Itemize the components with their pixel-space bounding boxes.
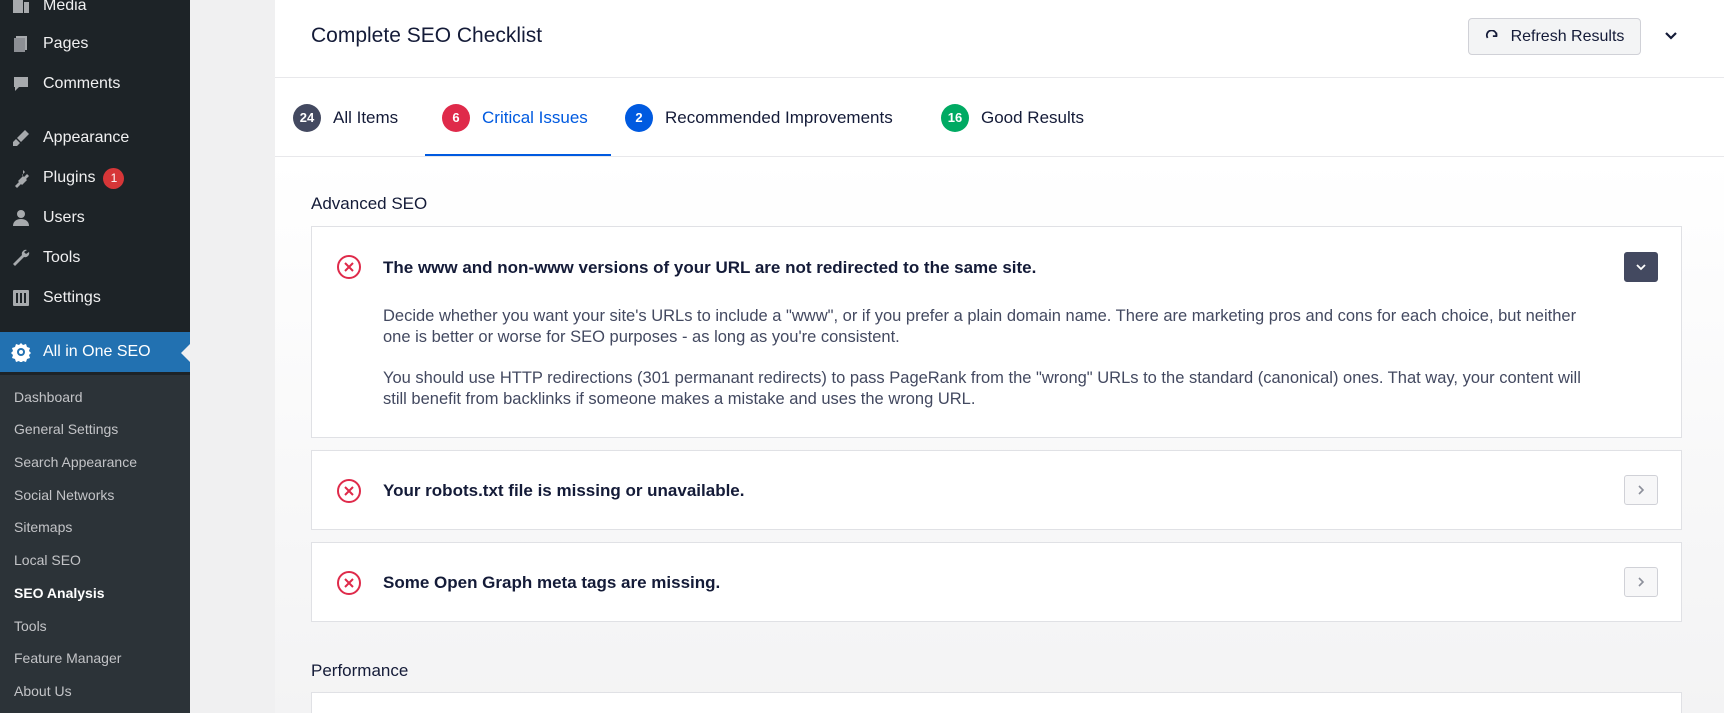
expand-issue-button[interactable] — [1624, 567, 1658, 597]
aioseo-submenu: Dashboard General Settings Search Appear… — [0, 375, 190, 713]
issue-card-open-graph[interactable]: Some Open Graph meta tags are missing. — [311, 542, 1682, 622]
menu-item-media[interactable]: Media — [0, 0, 190, 26]
menu-label: All in One SEO — [43, 343, 151, 360]
submenu-sitemaps[interactable]: Sitemaps — [14, 511, 72, 543]
chevron-down-icon — [1636, 264, 1646, 271]
tab-label: Recommended Improvements — [665, 107, 893, 127]
tab-count-badge: 6 — [442, 103, 470, 132]
active-menu-arrow — [181, 344, 190, 362]
submenu-social-networks[interactable]: Social Networks — [14, 479, 114, 511]
expand-issue-button[interactable] — [1624, 475, 1658, 505]
tab-count-badge: 16 — [941, 103, 969, 132]
refresh-icon — [1485, 29, 1497, 38]
menu-label: Comments — [43, 75, 121, 92]
menu-label: Users — [43, 209, 85, 226]
menu-item-settings[interactable]: Settings — [0, 278, 190, 318]
tab-good-results[interactable]: 16 Good Results — [941, 78, 1084, 157]
settings-icon — [10, 287, 32, 309]
collapse-issue-button[interactable] — [1624, 252, 1658, 282]
issue-title: Some Open Graph meta tags are missing. — [383, 573, 721, 592]
menu-item-all-in-one-seo[interactable]: All in One SEO — [0, 332, 190, 372]
issue-description-paragraph: Decide whether you want your site's URLs… — [383, 307, 1577, 346]
issue-title: Your robots.txt file is missing or unava… — [383, 481, 745, 500]
comments-icon — [10, 73, 32, 95]
active-tab-underline — [425, 154, 611, 156]
critical-x-icon — [337, 255, 361, 279]
submenu-dashboard[interactable]: Dashboard — [14, 381, 83, 413]
submenu-general-settings[interactable]: General Settings — [14, 413, 118, 445]
menu-label: Settings — [43, 289, 101, 306]
menu-item-plugins[interactable]: Plugins 1 — [0, 158, 190, 198]
tab-count-badge: 2 — [625, 103, 653, 132]
section-title-advanced-seo: Advanced SEO — [311, 194, 428, 213]
section-title-performance: Performance — [311, 661, 409, 680]
menu-label: Tools — [43, 249, 81, 266]
menu-item-users[interactable]: Users — [0, 198, 190, 238]
menu-label: Plugins — [43, 169, 96, 186]
submenu-feature-manager[interactable]: Feature Manager — [14, 642, 121, 674]
issue-card-performance[interactable] — [311, 692, 1682, 713]
admin-sidebar: Media Pages Comments Appearance Plugins … — [0, 0, 190, 713]
pages-icon — [10, 33, 32, 55]
collapse-panel-chevron-icon[interactable] — [1659, 24, 1683, 48]
chevron-right-icon — [1638, 577, 1645, 587]
refresh-label: Refresh Results — [1510, 27, 1625, 45]
tab-count-badge: 24 — [293, 103, 321, 132]
menu-item-tools[interactable]: Tools — [0, 238, 190, 278]
tab-label: All Items — [333, 107, 399, 127]
submenu-about-us[interactable]: About Us — [14, 675, 72, 707]
submenu-tools[interactable]: Tools — [14, 610, 47, 642]
submenu-seo-analysis[interactable]: SEO Analysis — [14, 577, 105, 609]
appearance-icon — [10, 127, 32, 149]
aioseo-gear-icon — [10, 341, 32, 363]
tab-critical-issues[interactable]: 6 Critical Issues — [442, 78, 588, 157]
page-title: Complete SEO Checklist — [311, 24, 543, 47]
menu-label: Pages — [43, 35, 89, 52]
results-tabs: 24 All Items 6 Critical Issues 2 Recomme… — [275, 78, 1724, 157]
chevron-right-icon — [1638, 485, 1645, 495]
menu-item-appearance[interactable]: Appearance — [0, 118, 190, 158]
issue-card-robots-txt[interactable]: Your robots.txt file is missing or unava… — [311, 450, 1682, 530]
menu-item-pages[interactable]: Pages — [0, 24, 190, 64]
tab-recommended-improvements[interactable]: 2 Recommended Improvements — [625, 78, 893, 157]
submenu-local-seo[interactable]: Local SEO — [14, 544, 81, 576]
users-icon — [10, 207, 32, 229]
refresh-results-button[interactable]: Refresh Results — [1468, 18, 1641, 55]
critical-x-icon — [337, 571, 361, 595]
tab-label: Good Results — [981, 107, 1084, 127]
panel-header: Complete SEO Checklist Refresh Results — [275, 0, 1724, 78]
media-icon — [10, 0, 32, 17]
issue-card-www-redirect: The www and non-www versions of your URL… — [311, 226, 1682, 438]
plugins-icon — [10, 167, 32, 189]
menu-label: Appearance — [43, 129, 130, 146]
checklist-content: Advanced SEO The www and non-www version… — [275, 158, 1724, 713]
issue-description-paragraph: You should use HTTP redirections (301 pe… — [383, 369, 1581, 408]
plugins-update-badge: 1 — [103, 167, 125, 189]
issue-title: The www and non-www versions of your URL… — [383, 258, 1037, 277]
menu-item-comments[interactable]: Comments — [0, 64, 190, 104]
critical-x-icon — [337, 479, 361, 503]
submenu-search-appearance[interactable]: Search Appearance — [14, 446, 137, 478]
tab-label: Critical Issues — [482, 107, 588, 127]
seo-checklist-panel: Complete SEO Checklist Refresh Results 2… — [275, 0, 1724, 713]
menu-label: Media — [43, 0, 87, 14]
tab-all-items[interactable]: 24 All Items — [293, 78, 398, 157]
tools-icon — [10, 247, 32, 269]
